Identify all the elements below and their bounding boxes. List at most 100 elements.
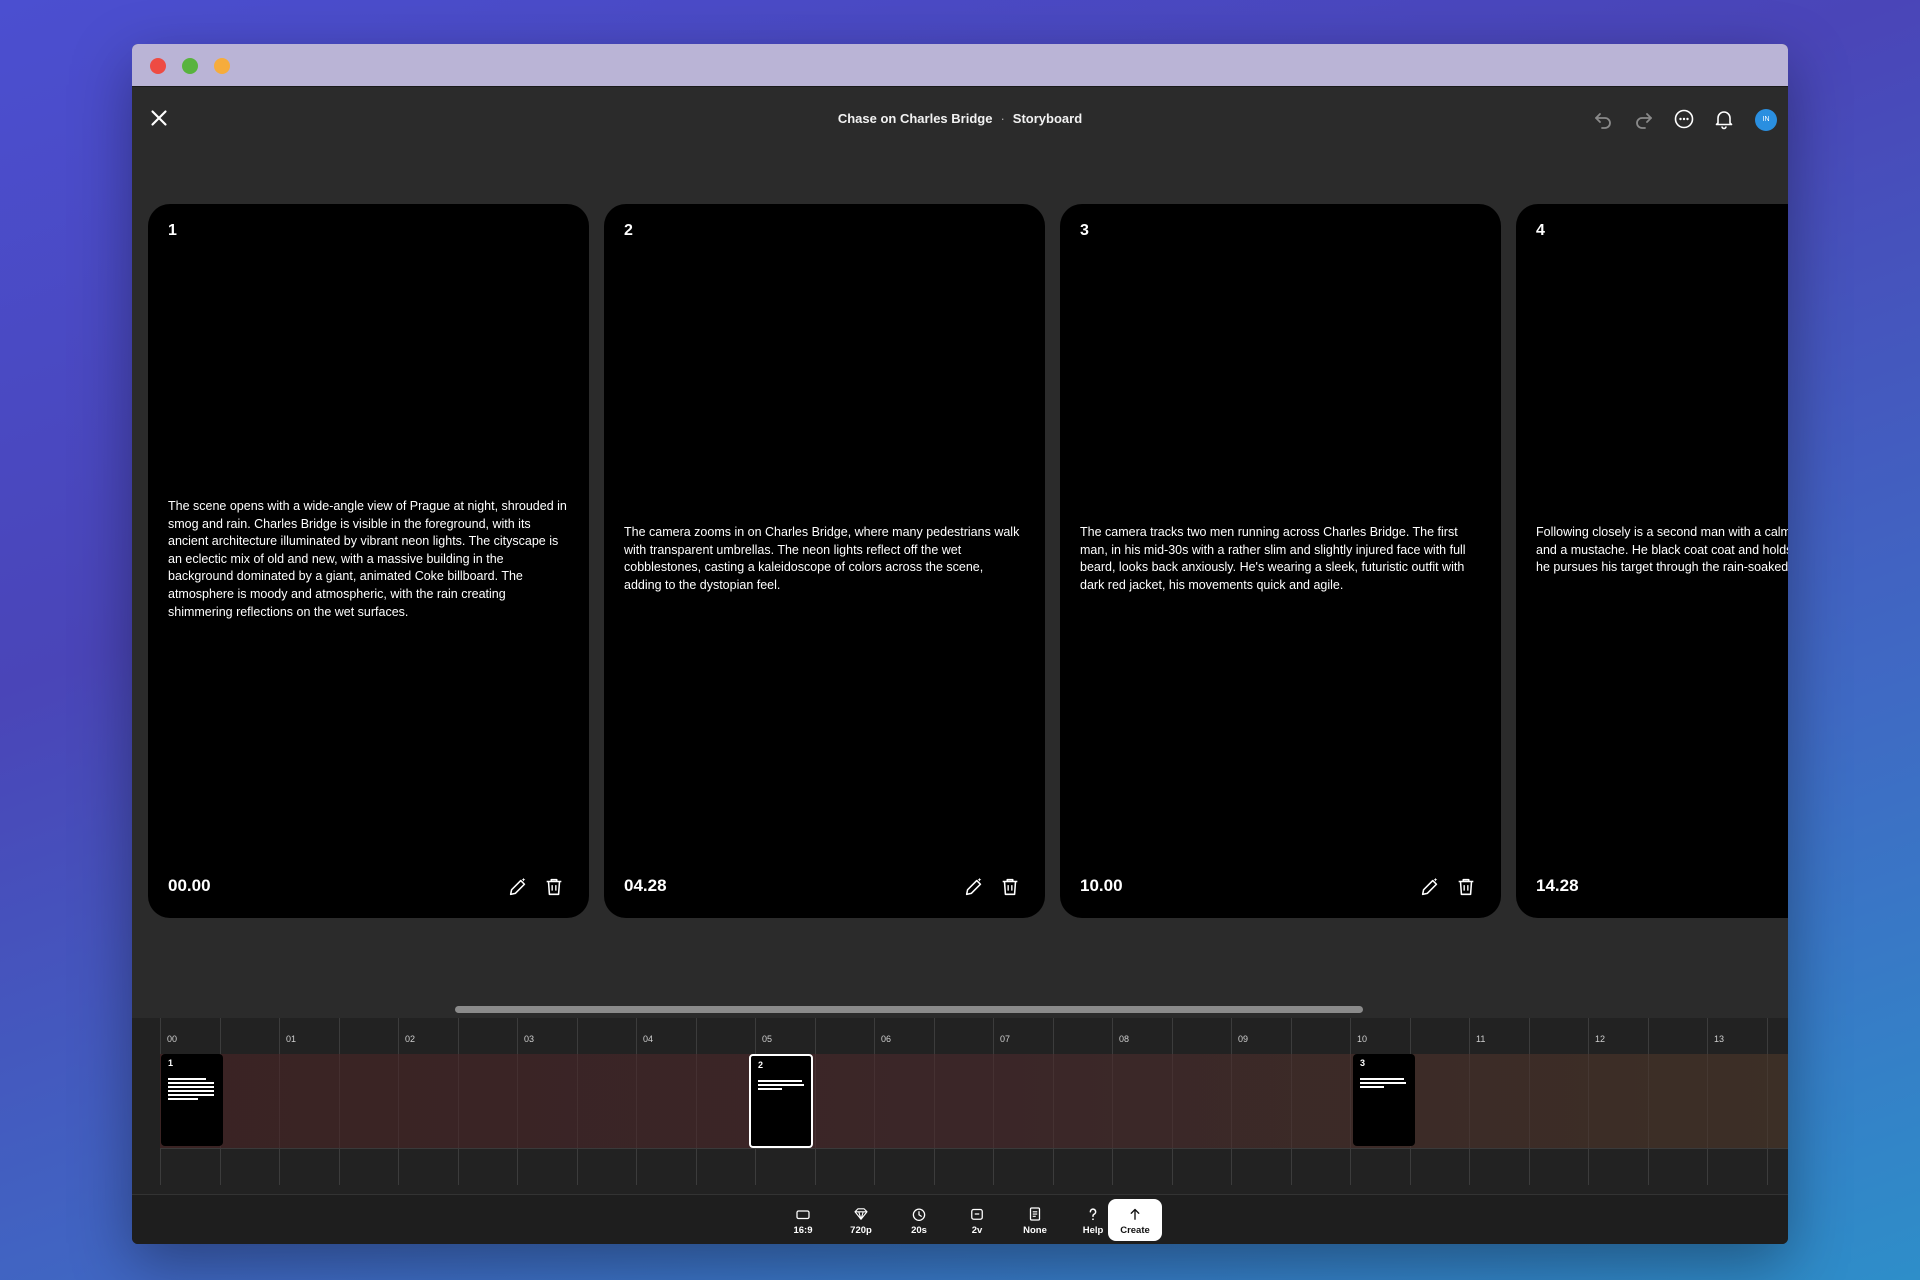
document-title: Chase on Charles Bridge · Storyboard <box>132 111 1788 126</box>
minimize-window-button[interactable] <box>182 58 198 74</box>
ruler-tick: 03 <box>517 1018 534 1054</box>
timeline-track[interactable] <box>160 1054 1788 1148</box>
lower-gridline <box>755 1149 756 1185</box>
clip-thumbnail-line <box>1360 1078 1404 1080</box>
card-timestamp: 00.00 <box>168 876 211 895</box>
quality-label: 720p <box>850 1225 872 1236</box>
delete-icon[interactable] <box>1455 876 1477 898</box>
delete-icon[interactable] <box>543 876 565 898</box>
lower-gridline <box>1529 1149 1530 1185</box>
ruler-tick-label: 05 <box>762 1034 773 1044</box>
storyboard-card[interactable]: 3 The camera tracks two men running acro… <box>1060 204 1501 918</box>
lower-gridline <box>1172 1149 1173 1185</box>
ruler-tick: 04 <box>636 1018 653 1054</box>
card-number: 3 <box>1080 222 1089 239</box>
timeline-clip-selected[interactable]: 2 <box>749 1054 813 1148</box>
lower-gridline <box>279 1149 280 1185</box>
card-number: 2 <box>624 222 633 239</box>
ruler-minor-tick <box>815 1018 816 1054</box>
card-description: The camera tracks two men running across… <box>1080 525 1466 592</box>
style-preset-label: None <box>1023 1225 1047 1236</box>
storyboard-card[interactable]: 2 The camera zooms in on Charles Bridge,… <box>604 204 1045 918</box>
track-gridline <box>458 1054 459 1148</box>
track-gridline <box>577 1054 578 1148</box>
clip-thumbnail-line <box>168 1078 206 1080</box>
ruler-minor-tick <box>1648 1018 1649 1054</box>
delete-icon[interactable] <box>999 876 1021 898</box>
track-gridline <box>934 1054 935 1148</box>
storyboard-cards: 1 The scene opens with a wide-angle view… <box>132 204 1788 918</box>
ruler-tick-label: 08 <box>1119 1034 1130 1044</box>
clip-thumbnail-line <box>1360 1082 1406 1084</box>
create-label: Create <box>1120 1225 1150 1236</box>
lower-gridline <box>1112 1149 1113 1185</box>
ruler-tick-label: 11 <box>1476 1034 1486 1044</box>
ruler-minor-tick <box>1291 1018 1292 1054</box>
ruler-minor-tick <box>696 1018 697 1054</box>
clip-number: 1 <box>168 1058 174 1068</box>
create-button[interactable]: Create <box>1108 1199 1162 1241</box>
edit-icon[interactable] <box>507 876 529 898</box>
storyboard-card[interactable]: 4 Following closely is a second man with… <box>1516 204 1788 918</box>
view-mode-label: Storyboard <box>1012 111 1083 126</box>
ruler-tick: 08 <box>1112 1018 1129 1054</box>
app-window: Chase on Charles Bridge · Storyboard IN 1 … <box>132 44 1788 1244</box>
track-gridline <box>1231 1054 1232 1148</box>
redo-icon[interactable] <box>1632 107 1656 131</box>
ruler-tick: 13 <box>1707 1018 1724 1054</box>
ruler-minor-tick <box>1529 1018 1530 1054</box>
edit-icon[interactable] <box>1419 876 1441 898</box>
track-gridline <box>1172 1054 1173 1148</box>
track-gridline <box>874 1054 875 1148</box>
track-gridline <box>1112 1054 1113 1148</box>
card-timestamp: 04.28 <box>624 876 667 895</box>
ruler-tick-label: 01 <box>286 1034 297 1044</box>
clip-thumbnail-line <box>168 1090 214 1092</box>
ruler-minor-tick <box>1410 1018 1411 1054</box>
lower-gridline <box>1469 1149 1470 1185</box>
clip-number: 3 <box>1360 1058 1366 1068</box>
cards-scrollbar[interactable] <box>455 1006 1363 1013</box>
close-window-button[interactable] <box>150 58 166 74</box>
zoom-window-button[interactable] <box>214 58 230 74</box>
card-number: 4 <box>1536 222 1545 239</box>
notifications-bell-icon[interactable] <box>1712 107 1736 131</box>
track-gridline <box>993 1054 994 1148</box>
lower-gridline <box>458 1149 459 1185</box>
lower-gridline <box>1707 1149 1708 1185</box>
lower-gridline <box>577 1149 578 1185</box>
style-preset-button[interactable]: None <box>1008 1199 1062 1241</box>
variants-button[interactable]: 2v <box>950 1199 1004 1241</box>
ruler-tick: 07 <box>993 1018 1010 1054</box>
ruler-minor-tick <box>934 1018 935 1054</box>
quality-button[interactable]: 720p <box>834 1199 888 1241</box>
aspect-ratio-button[interactable]: 16:9 <box>776 1199 830 1241</box>
ruler-tick-label: 07 <box>1000 1034 1011 1044</box>
timeline-clip[interactable]: 1 <box>161 1054 223 1146</box>
track-gridline <box>1529 1054 1530 1148</box>
lower-gridline <box>934 1149 935 1185</box>
ruler-minor-tick <box>339 1018 340 1054</box>
card-description: The scene opens with a wide-angle view o… <box>168 499 567 619</box>
clip-thumbnail-line <box>168 1094 214 1096</box>
user-avatar[interactable]: IN <box>1755 109 1777 131</box>
ruler-tick: 11 <box>1469 1018 1485 1054</box>
ruler-tick-label: 03 <box>524 1034 535 1044</box>
storyboard-card[interactable]: 1 The scene opens with a wide-angle view… <box>148 204 589 918</box>
clip-thumbnail-line <box>1360 1086 1384 1088</box>
lower-gridline <box>220 1149 221 1185</box>
duration-button[interactable]: 20s <box>892 1199 946 1241</box>
timeline-clip[interactable]: 3 <box>1353 1054 1415 1146</box>
more-options-icon[interactable] <box>1672 107 1696 131</box>
track-gridline <box>1053 1054 1054 1148</box>
lower-gridline <box>696 1149 697 1185</box>
ruler-tick-label: 09 <box>1238 1034 1249 1044</box>
undo-icon[interactable] <box>1591 107 1615 131</box>
edit-icon[interactable] <box>963 876 985 898</box>
ruler-tick-label: 10 <box>1357 1034 1368 1044</box>
ruler-minor-tick <box>1767 1018 1768 1054</box>
lower-gridline <box>160 1149 161 1185</box>
lower-gridline <box>636 1149 637 1185</box>
bottom-toolbar: 16:9 720p 20s 2v None Help Create <box>132 1194 1788 1244</box>
duration-label: 20s <box>911 1225 927 1236</box>
